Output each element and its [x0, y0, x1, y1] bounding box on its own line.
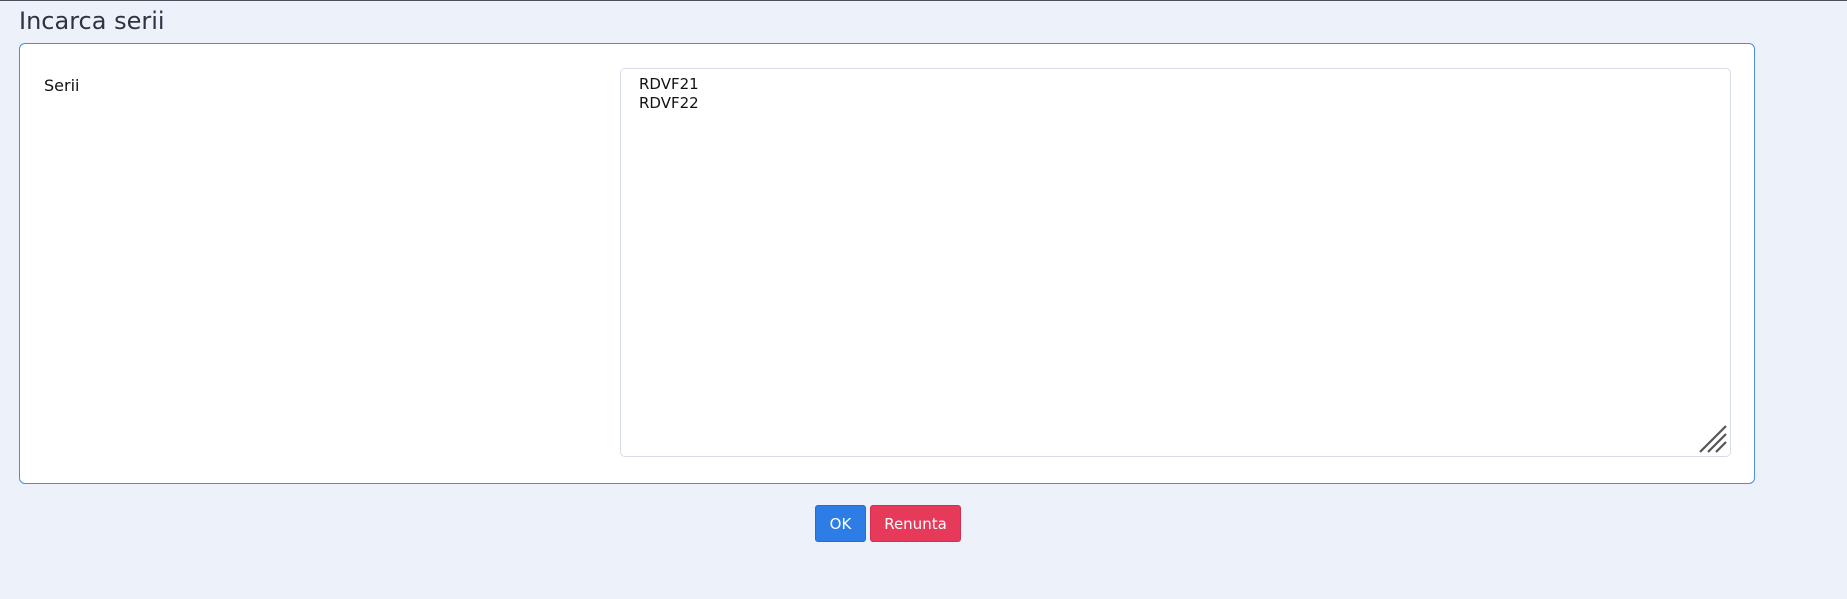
form-actions: OK Renunta: [815, 505, 961, 542]
ok-button[interactable]: OK: [815, 505, 866, 542]
series-input-wrapper: [620, 68, 1731, 457]
series-label: Serii: [44, 76, 80, 95]
series-form-panel: Serii: [19, 43, 1755, 484]
cancel-button[interactable]: Renunta: [870, 505, 961, 542]
top-border-line: [0, 0, 1847, 1]
series-textarea[interactable]: [620, 68, 1731, 457]
page-title: Incarca serii: [19, 7, 165, 35]
resize-handle-icon[interactable]: [1698, 424, 1728, 454]
